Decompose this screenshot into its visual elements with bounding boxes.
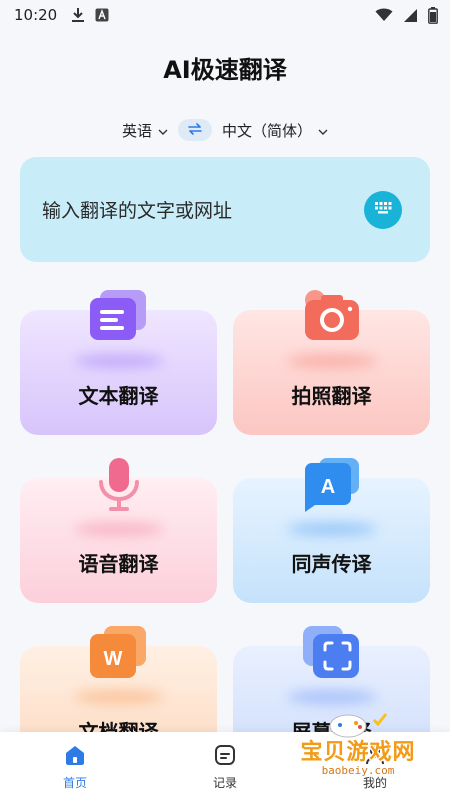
language-selector: 英语 中文（简体） — [0, 116, 450, 144]
word-document-icon: W — [88, 624, 150, 682]
simultaneous-interpretation-card[interactable]: A 同声传译 — [233, 458, 430, 603]
microphone-icon — [88, 456, 150, 514]
translate-input[interactable]: 输入翻译的文字或网址 — [20, 157, 430, 262]
keyboard-icon — [373, 200, 393, 220]
target-language-label: 中文（简体） — [222, 121, 313, 140]
source-language-label: 英语 — [121, 121, 152, 140]
chat-bubble-a-icon: A — [301, 456, 363, 514]
card-glow — [286, 354, 377, 368]
voice-translate-card[interactable]: 语音翻译 — [20, 458, 217, 603]
chevron-down-icon — [158, 121, 168, 139]
target-language-select[interactable]: 中文（简体） — [222, 120, 328, 141]
swap-arrows-icon — [187, 121, 203, 139]
status-bar: 10:20 — [0, 0, 450, 30]
document-lines-icon — [88, 288, 150, 346]
watermark-text: 宝贝游戏网 — [300, 740, 416, 765]
voice-translate-label: 语音翻译 — [78, 552, 159, 576]
download-icon — [71, 7, 85, 23]
keyboard-button[interactable] — [364, 190, 402, 229]
svg-text:A: A — [320, 476, 334, 498]
watermark: 宝贝游戏网 baobeiy.com — [276, 712, 440, 792]
photo-translate-card[interactable]: 拍照翻译 — [233, 290, 430, 435]
signal-icon — [403, 8, 418, 23]
battery-icon — [428, 6, 438, 24]
wifi-icon — [375, 8, 393, 22]
chevron-down-icon — [318, 121, 328, 139]
card-glow — [286, 690, 377, 704]
photo-translate-label: 拍照翻译 — [291, 384, 372, 408]
card-glow — [73, 354, 164, 368]
home-icon — [62, 742, 88, 768]
card-glow — [73, 690, 164, 704]
camera-icon — [301, 288, 363, 346]
screen-capture-icon — [301, 624, 363, 682]
card-glow — [286, 522, 377, 536]
svg-text:W: W — [103, 648, 122, 670]
notification-app-icon — [95, 8, 109, 22]
page-title: AI极速翻译 — [163, 56, 287, 84]
simultaneous-interpretation-label: 同声传译 — [291, 552, 372, 576]
nav-item-label: 记录 — [212, 775, 237, 790]
status-time: 10:20 — [14, 6, 58, 24]
text-translate-label: 文本翻译 — [78, 384, 159, 408]
text-translate-card[interactable]: 文本翻译 — [20, 290, 217, 435]
source-language-select[interactable]: 英语 — [122, 120, 168, 141]
swap-languages-button[interactable] — [178, 119, 212, 141]
nav-item-label: 首页 — [62, 775, 87, 790]
card-glow — [73, 522, 164, 536]
record-list-icon — [212, 742, 238, 768]
nav-item-home[interactable]: 首页 — [0, 742, 150, 791]
translate-input-placeholder: 输入翻译的文字或网址 — [42, 200, 233, 222]
watermark-url: baobeiy.com — [321, 764, 395, 777]
